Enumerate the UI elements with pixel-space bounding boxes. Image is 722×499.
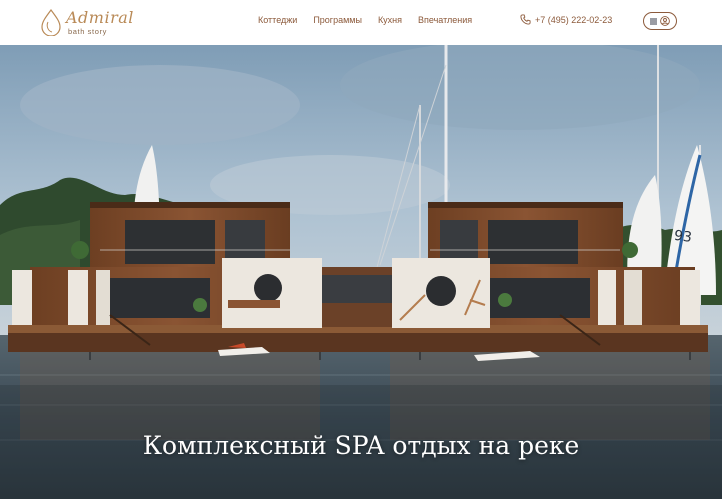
logo[interactable]: Admiral bath story [40,8,133,38]
logo-name: Admiral [66,8,134,27]
nav-item-impressions[interactable]: Впечатления [418,15,472,25]
nav-item-kitchen[interactable]: Кухня [378,15,402,25]
main-nav: Коттеджи Программы Кухня Впечатления [258,15,488,25]
user-icon[interactable] [660,16,671,26]
hero-title: Комплексный SPA отдых на реке [142,431,580,460]
logo-drop-icon [41,8,61,36]
nav-item-programs[interactable]: Программы [313,15,362,25]
phone-number: +7 (495) 222-02-23 [535,14,613,25]
site-header: Admiral bath story Коттеджи Программы Ку… [0,0,722,45]
nav-item-cottages[interactable]: Коттеджи [258,15,297,25]
account-menu-toggle[interactable] [643,12,677,30]
hero-banner: 93 Комплексный SPA отдых на реке [0,45,722,499]
phone-icon [520,14,531,25]
logo-subtitle: bath story [68,27,107,36]
phone-link[interactable]: +7 (495) 222-02-23 [520,14,612,25]
menu-icon[interactable] [649,17,657,25]
svg-text:93: 93 [673,228,693,246]
